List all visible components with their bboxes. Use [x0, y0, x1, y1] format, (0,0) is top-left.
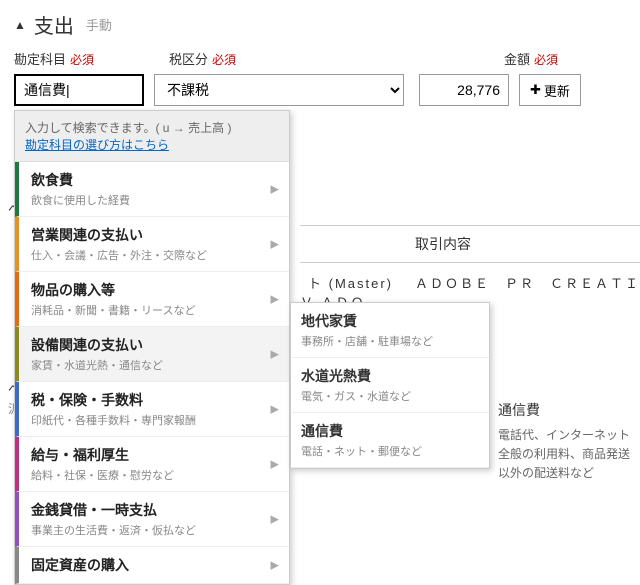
- dropdown-item[interactable]: 金銭貸借・一時支払事業主の生活費・返済・仮払など▶: [15, 492, 289, 547]
- dropdown-item[interactable]: 飲食費飲食に使用した経費▶: [15, 162, 289, 217]
- dropdown-item[interactable]: 設備関連の支払い家賃・水道光熱・通信など▶: [15, 327, 289, 382]
- section-header: ▲ 支出 手動: [0, 0, 640, 45]
- section-title: 支出: [34, 10, 74, 39]
- label-amount: 金額必須: [504, 49, 624, 68]
- collapse-caret-icon[interactable]: ▲: [14, 18, 26, 32]
- dropdown-item[interactable]: 営業関連の支払い仕入・会議・広告・外注・交際など▶: [15, 217, 289, 272]
- dropdown-hint: 入力して検索できます。( u → 売上高 ) 勘定科目の選び方はこちら: [15, 111, 289, 162]
- info-title: 通信費: [498, 400, 633, 420]
- chevron-right-icon: ▶: [271, 458, 279, 471]
- submenu-item[interactable]: 水道光熱費電気・ガス・水道など: [291, 358, 489, 413]
- account-submenu: 地代家賃事務所・店舗・駐車場など水道光熱費電気・ガス・水道など通信費電話・ネット…: [290, 302, 490, 469]
- entry-mode: 手動: [86, 15, 112, 34]
- help-link[interactable]: 勘定科目の選び方はこちら: [25, 138, 169, 152]
- label-tax: 税区分必須: [169, 49, 289, 68]
- table-header: 取引内容: [300, 225, 640, 263]
- label-account: 勘定科目必須: [14, 49, 134, 68]
- chevron-right-icon: ▶: [271, 293, 279, 306]
- input-row: 不課税 ✚ 更新: [0, 70, 640, 110]
- chevron-right-icon: ▶: [271, 559, 279, 572]
- submenu-item[interactable]: 地代家賃事務所・店舗・駐車場など: [291, 303, 489, 358]
- dropdown-item[interactable]: 給与・福利厚生給料・社保・医療・慰労など▶: [15, 437, 289, 492]
- chevron-right-icon: ▶: [271, 513, 279, 526]
- chevron-right-icon: ▶: [271, 238, 279, 251]
- account-input[interactable]: [14, 74, 144, 106]
- submenu-item[interactable]: 通信費電話・ネット・郵便など: [291, 413, 489, 468]
- dropdown-item[interactable]: 固定資産の購入▶: [15, 547, 289, 584]
- field-labels-row: 勘定科目必須 税区分必須 金額必須 品目・部: [0, 45, 640, 70]
- tax-select[interactable]: 不課税: [154, 74, 404, 106]
- chevron-right-icon: ▶: [271, 348, 279, 361]
- info-body: 電話代、インターネット全般の利用料、商品発送以外の配送料など: [498, 426, 633, 484]
- dropdown-item[interactable]: 物品の購入等消耗品・新聞・書籍・リースなど▶: [15, 272, 289, 327]
- plus-icon: ✚: [530, 82, 541, 98]
- amount-input[interactable]: [419, 74, 509, 106]
- info-panel: 通信費 電話代、インターネット全般の利用料、商品発送以外の配送料など: [498, 400, 633, 484]
- chevron-right-icon: ▶: [271, 403, 279, 416]
- dropdown-item[interactable]: 税・保険・手数料印紙代・各種手数料・専門家報酬▶: [15, 382, 289, 437]
- update-button[interactable]: ✚ 更新: [519, 74, 581, 106]
- chevron-right-icon: ▶: [271, 183, 279, 196]
